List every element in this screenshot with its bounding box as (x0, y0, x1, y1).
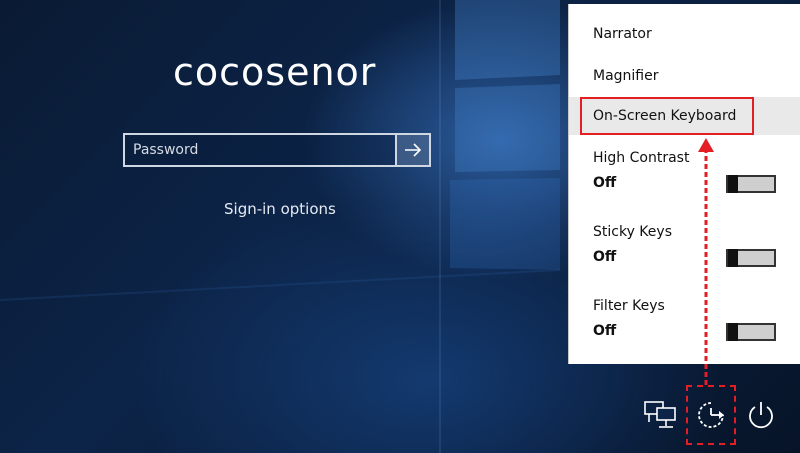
power-icon (749, 402, 773, 429)
menu-item-narrator[interactable]: Narrator (569, 16, 800, 52)
ease-of-access-menu: Narrator Magnifier On-Screen Keyboard Hi… (568, 4, 800, 364)
network-icon (644, 401, 676, 428)
arrow-right-icon (405, 143, 422, 157)
highlight-box (580, 97, 754, 135)
ease-of-access-icon (698, 402, 724, 428)
submit-button[interactable] (395, 133, 431, 167)
filter-keys-label: Filter Keys (593, 298, 665, 314)
network-button[interactable] (642, 398, 678, 432)
toggle-knob (728, 323, 738, 341)
username: cocosenor (173, 50, 377, 94)
toggle-knob (728, 249, 738, 267)
menu-item-magnifier[interactable]: Magnifier (569, 58, 800, 94)
filter-keys-toggle[interactable] (726, 323, 776, 341)
sticky-keys-toggle[interactable] (726, 249, 776, 267)
password-box (123, 133, 431, 167)
password-input[interactable] (123, 133, 395, 167)
ease-of-access-button[interactable] (693, 398, 729, 432)
high-contrast-label: High Contrast (593, 150, 690, 166)
signin-options-link[interactable]: Sign-in options (224, 200, 336, 218)
power-button[interactable] (743, 398, 779, 432)
toggle-knob (728, 175, 738, 193)
sticky-keys-label: Sticky Keys (593, 224, 672, 240)
high-contrast-toggle[interactable] (726, 175, 776, 193)
